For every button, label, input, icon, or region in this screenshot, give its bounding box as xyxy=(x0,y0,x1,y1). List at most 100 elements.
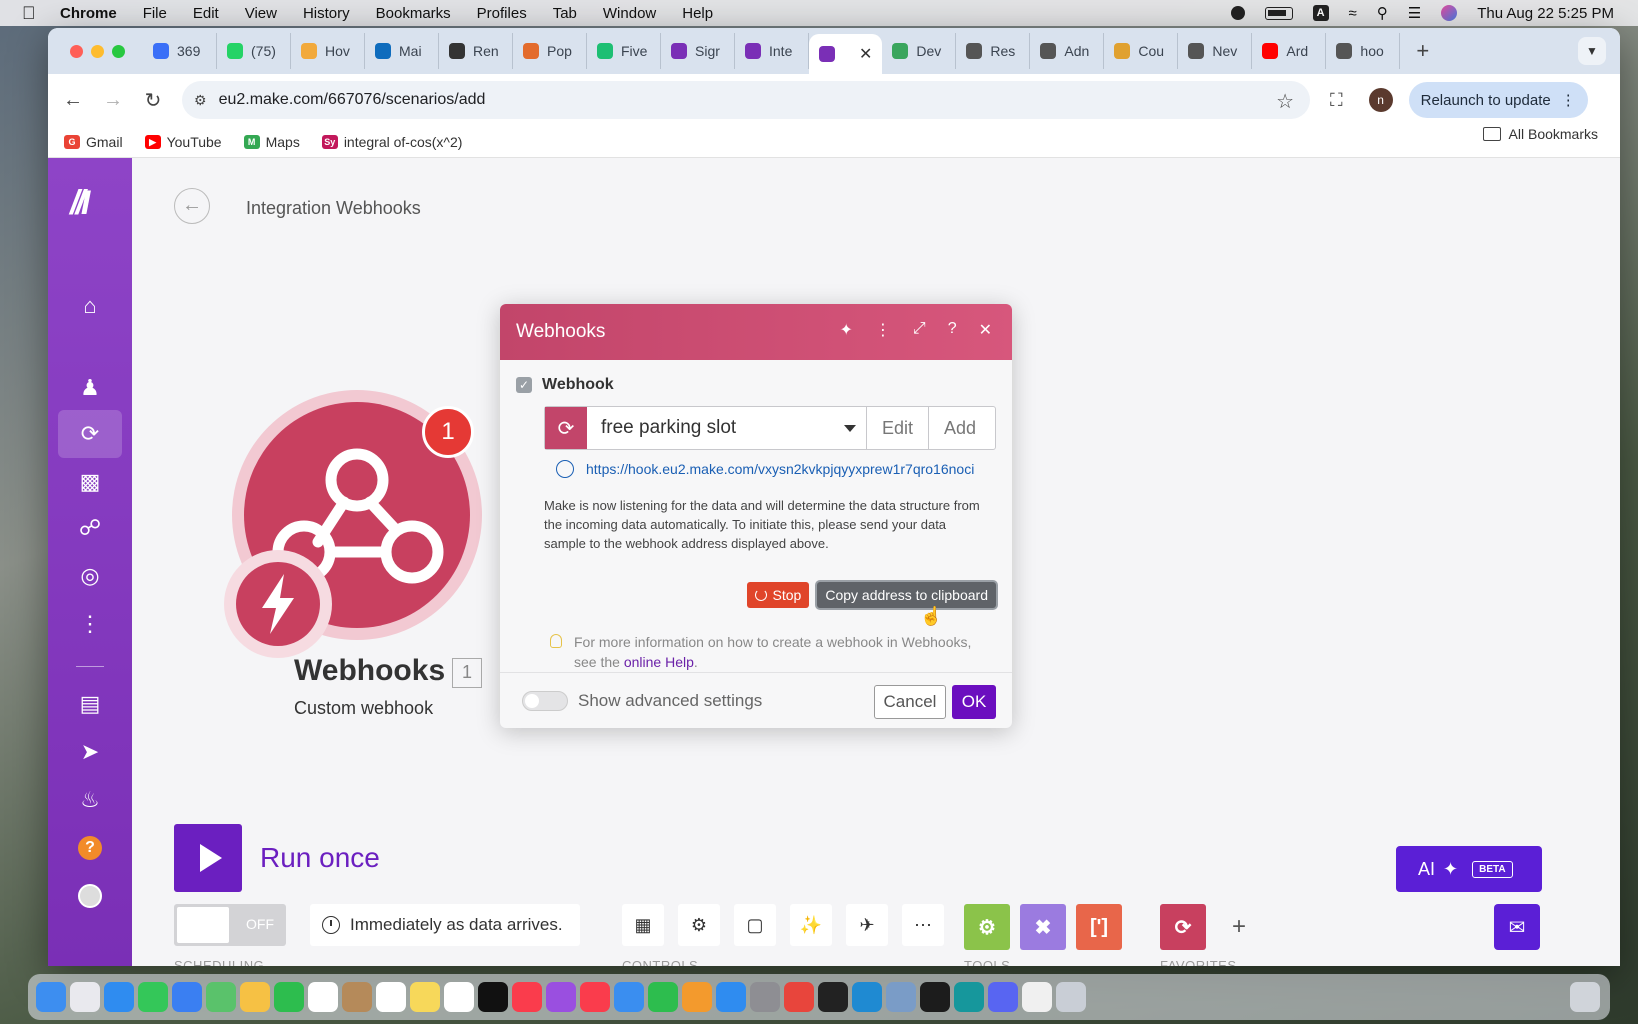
help-question-icon[interactable]: ? xyxy=(948,320,957,340)
browser-tab[interactable]: Sigr xyxy=(661,33,735,69)
reminders-icon[interactable] xyxy=(376,982,406,1012)
bookmark-star-icon[interactable]: ☆ xyxy=(1276,89,1294,114)
close-icon[interactable]: ✕ xyxy=(979,320,992,340)
browser-tab[interactable]: Res xyxy=(956,33,1031,69)
profile-avatar[interactable]: n xyxy=(1368,88,1393,112)
ai-assistant-button[interactable]: AI ✦ BETA xyxy=(1396,846,1542,892)
chrome-icon[interactable] xyxy=(784,982,814,1012)
cancel-button[interactable]: Cancel xyxy=(874,685,946,719)
news-icon[interactable] xyxy=(580,982,610,1012)
webhooks-globe-icon[interactable]: ◎ xyxy=(58,552,122,600)
keynote-icon[interactable] xyxy=(614,982,644,1012)
home-icon[interactable]: ⌂ xyxy=(58,282,122,330)
webhook-select[interactable]: free parking slot xyxy=(587,407,867,449)
ai-sparkle-icon[interactable]: ✦ xyxy=(839,320,852,340)
docs-book-icon[interactable]: ▤ xyxy=(58,680,122,728)
add-webhook-button[interactable]: Add xyxy=(929,407,991,449)
scheduling-toggle[interactable]: OFF xyxy=(174,904,286,946)
ok-button[interactable]: OK xyxy=(952,685,996,719)
menu-app-name[interactable]: Chrome xyxy=(60,5,117,22)
all-bookmarks-button[interactable]: All Bookmarks xyxy=(1482,126,1598,142)
json-brackets-icon[interactable]: ['] xyxy=(1076,904,1122,950)
input-source-icon[interactable]: A xyxy=(1312,5,1329,21)
make-logo[interactable]: //I xyxy=(70,184,90,223)
scenario-title[interactable]: Integration Webhooks xyxy=(246,198,421,219)
bookmark-gmail[interactable]: G Gmail xyxy=(64,134,123,150)
kebab-menu-icon[interactable]: ⋮ xyxy=(1561,91,1576,109)
podcasts-icon[interactable] xyxy=(546,982,576,1012)
browser-tab[interactable]: Five xyxy=(587,33,661,69)
browser-tab[interactable]: 369 xyxy=(143,33,217,69)
pages-icon[interactable] xyxy=(682,982,712,1012)
flow-control-gear-icon[interactable]: ⚙ xyxy=(964,904,1010,950)
rocket-icon[interactable]: ➤ xyxy=(58,728,122,776)
explain-flow-plane-icon[interactable]: ✈ xyxy=(846,904,888,946)
settings-gear-icon[interactable]: ⚙ xyxy=(678,904,720,946)
textedit-icon[interactable] xyxy=(1022,982,1052,1012)
mail-icon[interactable] xyxy=(172,982,202,1012)
edit-webhook-button[interactable]: Edit xyxy=(867,407,929,449)
launchpad-icon[interactable] xyxy=(70,982,100,1012)
tab-active[interactable]: ✕ xyxy=(809,34,883,74)
preview-icon[interactable] xyxy=(886,982,916,1012)
photos-icon[interactable] xyxy=(240,982,270,1012)
minimize-window-button[interactable] xyxy=(91,44,104,58)
maps-app-icon[interactable] xyxy=(206,982,236,1012)
facetime-icon[interactable] xyxy=(274,982,304,1012)
browser-tab[interactable]: Inte xyxy=(735,33,809,69)
scenarios-icon[interactable]: ⟳ xyxy=(58,410,122,458)
menu-file[interactable]: File xyxy=(143,5,167,22)
extensions-icon[interactable]: ⛶ xyxy=(1330,90,1343,111)
menu-history[interactable]: History xyxy=(303,5,350,22)
calendar-icon[interactable] xyxy=(308,982,338,1012)
stop-button[interactable]: Stop xyxy=(746,582,810,608)
bookmark-integral[interactable]: Sy integral of-cos(x^2) xyxy=(321,134,462,150)
browser-tab[interactable]: Hov xyxy=(291,33,365,69)
run-once-label[interactable]: Run once xyxy=(260,842,380,874)
browser-tab[interactable]: Mai xyxy=(365,33,439,69)
dialog-menu-icon[interactable]: ⋮ xyxy=(875,320,891,340)
add-favorite-icon[interactable]: + xyxy=(1216,904,1262,950)
vscode-icon[interactable] xyxy=(852,982,882,1012)
trash-icon[interactable] xyxy=(1570,982,1600,1012)
menu-edit[interactable]: Edit xyxy=(193,5,219,22)
webhook-url-link[interactable]: https://hook.eu2.make.com/vxysn2kvkpjqyy… xyxy=(586,461,974,477)
tv-icon[interactable] xyxy=(478,982,508,1012)
freeform-icon[interactable] xyxy=(444,982,474,1012)
menu-bookmarks[interactable]: Bookmarks xyxy=(376,5,451,22)
advanced-settings-label[interactable]: Show advanced settings xyxy=(578,691,762,711)
browser-tab[interactable]: Dev xyxy=(882,33,957,69)
close-tab-icon[interactable]: ✕ xyxy=(859,44,872,64)
menu-help[interactable]: Help xyxy=(682,5,713,22)
forward-arrow-icon[interactable]: → xyxy=(98,89,128,112)
browser-tab[interactable]: Cou xyxy=(1104,33,1179,69)
bookmark-youtube[interactable]: ▶ YouTube xyxy=(144,134,222,150)
advanced-settings-toggle[interactable] xyxy=(522,690,568,711)
help-icon[interactable]: ? xyxy=(58,824,122,872)
discord-icon[interactable] xyxy=(988,982,1018,1012)
battery-icon[interactable] xyxy=(1264,6,1293,20)
back-arrow-icon[interactable]: ← xyxy=(58,89,88,112)
siri-icon[interactable] xyxy=(1441,5,1458,21)
team-icon[interactable]: ♟ xyxy=(58,364,122,412)
bookmark-maps[interactable]: M Maps xyxy=(243,134,300,150)
support-chat-icon[interactable]: ✉ xyxy=(1494,904,1540,950)
downloads-folder-icon[interactable] xyxy=(1056,982,1086,1012)
notifications-bell-icon[interactable]: ♨ xyxy=(58,776,122,824)
online-help-link[interactable]: online Help xyxy=(624,654,694,670)
notes-icon[interactable]: ▢ xyxy=(734,904,776,946)
address-url[interactable]: eu2.make.com/667076/scenarios/add xyxy=(219,91,486,109)
menubar-clock[interactable]: Thu Aug 22 5:25 PM xyxy=(1477,5,1614,22)
control-center-icon[interactable]: ☰ xyxy=(1408,4,1421,22)
notes-app-icon[interactable] xyxy=(410,982,440,1012)
more-controls-icon[interactable]: ⋯ xyxy=(902,904,944,946)
system-settings-icon[interactable] xyxy=(750,982,780,1012)
run-once-button[interactable] xyxy=(174,824,242,892)
webhook-collapse-checkbox[interactable]: ✓ xyxy=(516,377,532,393)
browser-tab[interactable]: (75) xyxy=(217,33,291,69)
finder-icon[interactable] xyxy=(36,982,66,1012)
browser-tab[interactable]: Adn xyxy=(1030,33,1105,69)
tab-search-icon[interactable]: ▼ xyxy=(1578,37,1606,65)
contacts-icon[interactable] xyxy=(342,982,372,1012)
auto-align-wand-icon[interactable]: ✨ xyxy=(790,904,832,946)
